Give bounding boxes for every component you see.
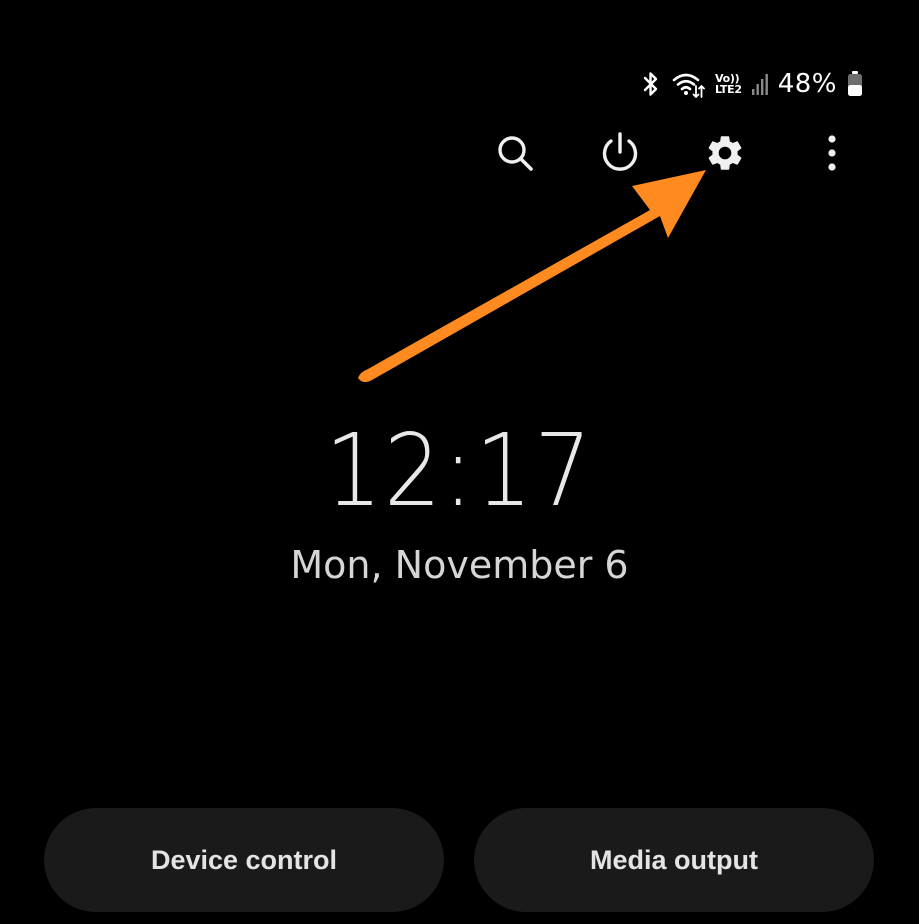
clock-time: 12:17 bbox=[0, 412, 919, 529]
status-bar: Vo)) LTE2 48% bbox=[641, 64, 863, 104]
media-output-button[interactable]: Media output bbox=[474, 808, 874, 912]
clock-date: Mon, November 6 bbox=[290, 543, 629, 587]
battery-percent: 48% bbox=[777, 69, 837, 99]
signal-icon bbox=[751, 71, 768, 97]
volte-indicator: Vo)) LTE2 bbox=[715, 73, 742, 95]
gear-icon[interactable] bbox=[700, 128, 750, 178]
wifi-icon bbox=[671, 69, 705, 99]
power-icon[interactable] bbox=[595, 128, 645, 178]
battery-icon bbox=[847, 70, 863, 98]
volte-bottom-label: LTE2 bbox=[715, 83, 742, 96]
device-control-button[interactable]: Device control bbox=[44, 808, 444, 912]
device-control-label: Device control bbox=[150, 844, 338, 875]
media-output-label: Media output bbox=[590, 844, 758, 875]
more-vert-icon[interactable] bbox=[807, 128, 857, 178]
quick-actions bbox=[480, 128, 860, 178]
search-icon[interactable] bbox=[490, 128, 540, 178]
clock-time-text: 12:17 bbox=[325, 412, 594, 529]
bluetooth-icon bbox=[641, 70, 661, 98]
